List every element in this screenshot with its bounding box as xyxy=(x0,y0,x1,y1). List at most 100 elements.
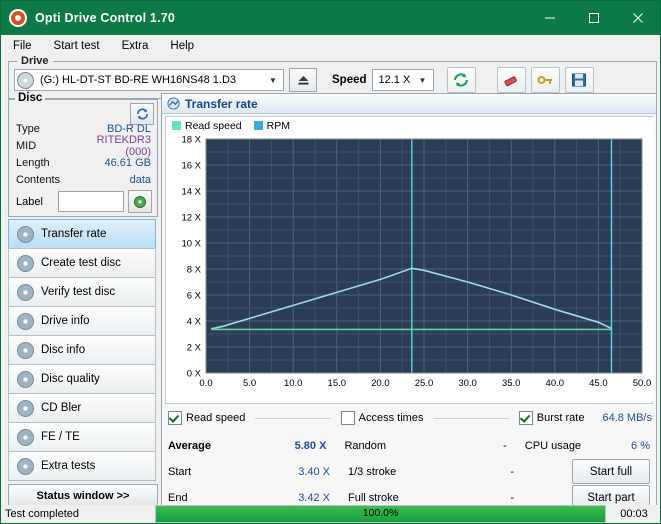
eject-icon xyxy=(297,75,310,86)
divider xyxy=(433,418,508,419)
stats-row-start: Start 3.40 X 1/3 stroke - Start full xyxy=(168,459,650,485)
erase-button[interactable] xyxy=(497,67,526,93)
y-axis-tick-label: 8 X xyxy=(187,265,202,276)
disc-icon xyxy=(17,429,34,446)
access-times-checkbox[interactable] xyxy=(341,411,355,425)
read-speed-checkbox[interactable] xyxy=(168,411,182,425)
burst-rate-value: 64.8 MB/s xyxy=(602,412,652,424)
chevron-down-icon: ▼ xyxy=(265,76,281,85)
disc-row-value: 46.61 GB xyxy=(78,157,151,169)
y-axis-tick-label: 12 X xyxy=(181,213,201,224)
title-bar: Opti Drive Control 1.70 xyxy=(1,1,660,35)
eject-button[interactable] xyxy=(289,68,317,92)
cpu-usage-value: 6 % xyxy=(607,440,650,452)
sidebar-item-create-test-disc[interactable]: Create test disc xyxy=(8,248,156,277)
disc-row-contents: Contents data xyxy=(9,171,157,188)
refresh-drive-button[interactable] xyxy=(447,67,476,93)
drive-select[interactable]: (G:) HL-DT-ST BD-RE WH16NS48 1.D3 ▼ xyxy=(14,69,284,91)
sidebar-item-extra-tests[interactable]: Extra tests xyxy=(8,451,156,481)
speed-select-value: 12.1 X xyxy=(375,74,415,86)
legend-rpm: RPM xyxy=(254,120,290,132)
sidebar-item-label: Disc info xyxy=(41,344,85,356)
x-axis-tick-label: 20.0 xyxy=(371,378,390,389)
save-button[interactable] xyxy=(565,67,594,93)
random-value: - xyxy=(452,440,507,452)
eraser-icon xyxy=(503,73,519,87)
x-axis-tick-label: 35.0 xyxy=(502,378,521,389)
sidebar-item-label: Create test disc xyxy=(41,257,121,269)
disc-icon xyxy=(17,371,34,388)
sidebar-item-verify-test-disc[interactable]: Verify test disc xyxy=(8,277,156,306)
burst-rate-checkbox[interactable] xyxy=(519,411,533,425)
x-axis-tick-label: 40.0 xyxy=(546,378,565,389)
start-full-button[interactable]: Start full xyxy=(572,459,650,484)
sidebar-item-disc-info[interactable]: Disc info xyxy=(8,335,156,364)
sidebar-item-disc-quality[interactable]: Disc quality xyxy=(8,364,156,393)
status-window-button[interactable]: Status window >> xyxy=(8,484,158,507)
sidebar-item-cd-bler[interactable]: CD Bler xyxy=(8,393,156,422)
burst-rate-label: Burst rate xyxy=(537,412,585,424)
menu-start-test[interactable]: Start test xyxy=(52,38,102,54)
divider xyxy=(255,418,330,419)
sidebar-item-label: Extra tests xyxy=(41,460,95,472)
disc-group-legend: Disc xyxy=(15,92,45,104)
legend-label: RPM xyxy=(267,120,290,132)
y-axis-tick-label: 16 X xyxy=(181,161,201,172)
disc-row-value: RITEKDR3 (000) xyxy=(78,134,151,158)
x-axis-tick-label: 45.0 xyxy=(589,378,608,389)
legend-swatch xyxy=(172,121,181,130)
disc-icon xyxy=(17,226,34,243)
sidebar-item-transfer-rate[interactable]: Transfer rate xyxy=(8,219,156,248)
y-axis-tick-label: 18 X xyxy=(181,135,201,146)
sidebar-item-fe-te[interactable]: FE / TE xyxy=(8,422,156,451)
sidebar-item-drive-info[interactable]: Drive info xyxy=(8,306,156,335)
menu-help[interactable]: Help xyxy=(168,38,196,54)
disc-icon xyxy=(17,342,34,359)
sidebar-item-label: Verify test disc xyxy=(41,286,115,298)
disc-row-value: data xyxy=(78,174,151,186)
drive-group-legend: Drive xyxy=(17,55,53,67)
chart-canvas: 0 X2 X4 X6 X8 X10 X12 X14 X16 X18 X0.05.… xyxy=(166,117,654,401)
disc-label-action-button[interactable] xyxy=(128,190,152,213)
disc-label-row: Label xyxy=(9,188,157,213)
disc-icon xyxy=(17,400,34,417)
chevron-down-icon: ▼ xyxy=(415,76,431,85)
key-button[interactable] xyxy=(531,67,560,93)
refresh-icon xyxy=(136,108,149,120)
end-label: End xyxy=(168,492,264,504)
menu-extra[interactable]: Extra xyxy=(120,38,151,54)
maximize-button[interactable] xyxy=(572,1,616,35)
sidebar-item-label: Disc quality xyxy=(41,373,100,385)
y-axis-tick-label: 4 X xyxy=(187,317,202,328)
y-axis-tick-label: 10 X xyxy=(181,239,201,250)
full-stroke-value: - xyxy=(458,492,514,504)
x-axis-tick-label: 50.0 xyxy=(633,378,652,389)
start-label: Start xyxy=(168,466,264,478)
sidebar-item-label: Drive info xyxy=(41,315,90,327)
panel-header: Transfer rate xyxy=(162,94,656,114)
disc-label-key: Label xyxy=(16,196,54,208)
menu-file[interactable]: File xyxy=(11,38,34,54)
disc-label-input[interactable] xyxy=(58,191,124,212)
speed-label: Speed xyxy=(332,74,367,86)
x-axis-tick-label: 15.0 xyxy=(328,378,347,389)
save-icon xyxy=(571,73,587,87)
disc-row-key: MID xyxy=(16,140,78,152)
speed-select[interactable]: 12.1 X ▼ xyxy=(372,69,434,91)
end-value: 3.42 X xyxy=(264,492,330,504)
sidebar-item-label: Transfer rate xyxy=(41,228,106,240)
y-axis-tick-label: 2 X xyxy=(187,343,202,354)
panel-title: Transfer rate xyxy=(185,97,258,111)
key-icon xyxy=(537,73,553,87)
sidebar-item-label: CD Bler xyxy=(41,402,81,414)
chart-legend: Read speed RPM xyxy=(172,120,290,132)
disc-info-icon xyxy=(133,195,147,209)
read-speed-label: Read speed xyxy=(186,412,245,424)
transfer-rate-chart: Read speed RPM 0 X2 X4 X6 X8 X10 X12 X14… xyxy=(165,116,653,404)
minimize-button[interactable] xyxy=(528,1,572,35)
third-stroke-value: - xyxy=(458,466,514,478)
disc-icon xyxy=(17,284,34,301)
close-button[interactable] xyxy=(616,1,660,35)
transfer-rate-panel: Transfer rate Read speed RPM 0 X2 X4 X6 … xyxy=(161,93,657,507)
app-window: Opti Drive Control 1.70 File Start test … xyxy=(0,0,661,524)
